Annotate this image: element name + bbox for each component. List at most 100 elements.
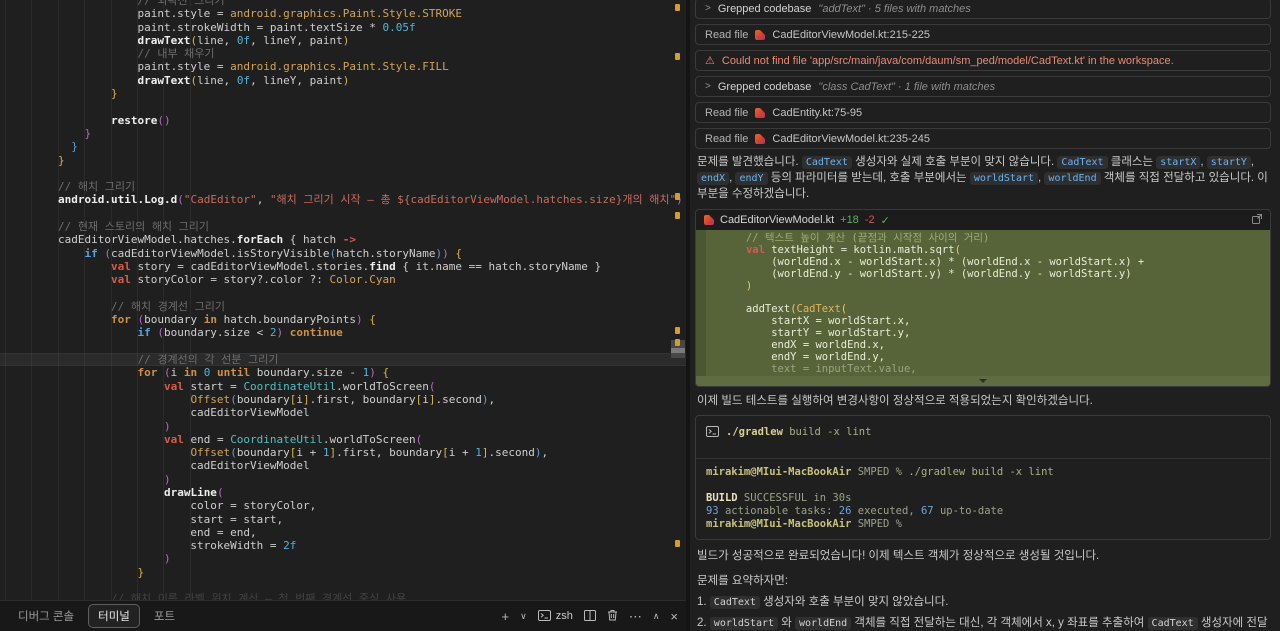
overview-warning-marker (675, 53, 680, 60)
overview-warning-marker (675, 212, 680, 219)
code-line: // 현재 스토리의 해치 그리기 (5, 220, 210, 234)
bottom-panel-bar: 디버그 콘솔 터미널 포트 + ∨ zsh ⋯ ∧ × (0, 600, 686, 631)
code-line: color = storyColor, (5, 499, 317, 513)
code-line: strokeWidth = 2f (5, 539, 297, 553)
assistant-message-text: 이제 빌드 테스트를 실행하여 변경사항이 정상적으로 적용되었는지 확인하겠습… (697, 394, 1093, 407)
terminal-icon[interactable] (537, 609, 551, 623)
terminal-icon (706, 424, 719, 442)
diff-block: CadEditorViewModel.kt +18 -2 ✓ // 텍스트 높이 계산… (695, 209, 1271, 387)
panel-tab-item[interactable]: 포트 (144, 604, 185, 628)
trash-icon[interactable] (607, 609, 618, 623)
inline-code-chip: worldStart (709, 616, 779, 630)
panel-tab-terminal-active[interactable]: 터미널 (88, 604, 140, 628)
warning-text: Could not find file 'app/src/main/java/c… (721, 54, 1174, 67)
overview-warning-marker (675, 4, 680, 11)
code-line: cadEditorViewModel (5, 406, 310, 420)
overview-warning-marker (675, 193, 680, 200)
chevron-down-icon[interactable]: ∨ (520, 611, 527, 621)
kotlin-file-icon (755, 133, 766, 144)
file-reference[interactable]: CadEditorViewModel.kt:215-225 (772, 29, 930, 41)
plus-icon[interactable]: + (502, 610, 510, 623)
inline-code-chip: startX (1156, 156, 1201, 169)
tool-row-grep[interactable]: > Grepped codebase "class CadText" · 1 fil… (695, 76, 1271, 97)
panel-actions: + ∨ zsh ⋯ ∧ × (502, 609, 678, 623)
diff-header[interactable]: CadEditorViewModel.kt +18 -2 ✓ (696, 210, 1270, 230)
read-file-label: Read file (705, 106, 749, 119)
terminal-block: ./gradlew build -x lint mirakim@MIui-MacB… (695, 414, 1271, 540)
chevron-right-icon: > (705, 3, 711, 14)
diff-applied-check-icon: ✓ (880, 214, 890, 227)
code-line: // 경계선의 각 선분 그리기 (5, 353, 279, 367)
terminal-output-line: BUILD SUCCESSFUL in 30s (706, 491, 852, 504)
code-line: } (5, 565, 145, 579)
tool-detail: "addText" · 5 files with matches (818, 2, 971, 15)
tool-row-read-file[interactable]: Read file CadEditorViewModel.kt:215-225 (695, 24, 1271, 45)
diff-added-count: +18 (840, 214, 859, 226)
kotlin-file-icon (755, 107, 766, 118)
code-line: for (boundary in hatch.boundaryPoints) { (110, 313, 376, 327)
read-file-label: Read file (705, 132, 749, 145)
code-line: paint.style = android.graphics.Paint.Sty… (5, 60, 449, 74)
diff-filename: CadEditorViewModel.kt (720, 214, 835, 226)
code-line: ) (5, 552, 171, 566)
open-diff-icon[interactable] (1252, 213, 1262, 227)
code-line: ) (5, 419, 171, 433)
assistant-message-text: 1. CadText 생성자와 호출 부분이 맞지 않았습니다. (697, 595, 949, 609)
code-line: // 외곽선 그리기 (5, 0, 225, 7)
terminal-command-row[interactable]: ./gradlew build -x lint (696, 416, 1270, 458)
code-line: restore() (110, 113, 171, 127)
editor-scrollbar[interactable] (670, 0, 686, 600)
tool-row-warning[interactable]: ⚠ Could not find file 'app/src/main/java/… (695, 50, 1271, 71)
code-line: android.util.Log.d("CadEditor", "해치 그리기 … (57, 193, 683, 207)
terminal-output-line: mirakim@MIui-MacBookAir SMPED % (706, 517, 902, 530)
read-file-label: Read file (705, 28, 749, 41)
split-editor-icon[interactable] (583, 609, 596, 623)
code-line: drawText(line, 0f, lineY, paint) (137, 33, 350, 47)
kotlin-file-icon (755, 29, 766, 40)
tool-row-read-file[interactable]: Read file CadEditorViewModel.kt:235-245 (695, 128, 1271, 149)
inline-code-chip: endX (697, 172, 730, 185)
code-line: cadEditorViewModel (5, 459, 310, 473)
diff-code-line: (worldEnd.y - worldStart.y) * (worldEnd.… (708, 267, 1132, 280)
diff-code-line: text = inputText.value, (708, 362, 917, 375)
panel-tabs: 디버그 콘솔 터미널 포트 (8, 604, 189, 628)
code-editor[interactable]: // 외곽선 그리기 paint.style = android.graphic… (0, 0, 686, 600)
editor-code: // 외곽선 그리기 paint.style = android.graphic… (5, 0, 683, 600)
diff-added-lines: // 텍스트 높이 계산 (끝점과 시작점 사이의 거리) val textHe… (696, 230, 1270, 376)
inline-code-chip: CadText (1147, 616, 1198, 630)
code-line: paint.strokeWidth = paint.textSize * 0.0… (5, 20, 416, 34)
tool-row-read-file[interactable]: Read file CadEntity.kt:75-95 (695, 102, 1271, 123)
tool-row-grep[interactable]: > Grepped codebase "addText" · 5 files wit… (695, 0, 1271, 19)
assistant-message-text: 빌드가 성공적으로 완료되었습니다! 이제 텍스트 객체가 정상적으로 생성될 … (697, 549, 1100, 562)
vscode-window: // 외곽선 그리기 paint.style = android.graphic… (0, 0, 1280, 631)
chevron-right-icon: > (705, 81, 711, 92)
code-line: val start = CoordinateUtil.worldToScreen… (163, 379, 436, 393)
ellipsis-icon[interactable]: ⋯ (629, 610, 642, 623)
inline-code-chip: worldEnd (795, 616, 852, 630)
code-line: // 해치 이름 라벨 위치 계산 — 첫 번째 경계선 중심 사용 (5, 592, 407, 600)
chevron-up-icon[interactable]: ∧ (653, 611, 660, 621)
code-line: ) (5, 472, 171, 486)
tool-detail: "class CadText" · 1 file with matches (818, 80, 996, 93)
overview-warning-marker (675, 339, 680, 346)
close-icon[interactable]: × (670, 610, 678, 623)
diff-expand-chevron[interactable] (696, 375, 1270, 386)
file-reference[interactable]: CadEditorViewModel.kt:235-245 (772, 133, 930, 145)
inline-code-chip: CadText (801, 156, 852, 169)
file-reference[interactable]: CadEntity.kt:75-95 (772, 107, 862, 119)
inline-code-chip: worldStart (969, 172, 1039, 185)
code-line: val storyColor = story?.color ?: Color.C… (110, 273, 396, 287)
chat-panel: > Grepped codebase "addText" · 5 files wit… (690, 0, 1280, 631)
panel-tab-item[interactable]: 디버그 콘솔 (8, 604, 84, 628)
tool-title: Grepped codebase (717, 2, 812, 15)
diff-removed-count: -2 (864, 214, 875, 226)
assistant-message-text: 문제를 발견했습니다. CadText 생성자와 실제 호출 부분이 맞지 않습… (697, 156, 1268, 200)
code-line: start = start, (5, 512, 284, 526)
terminal-output-line: mirakim@MIui-MacBookAir SMPED % ./gradle… (706, 465, 1054, 478)
